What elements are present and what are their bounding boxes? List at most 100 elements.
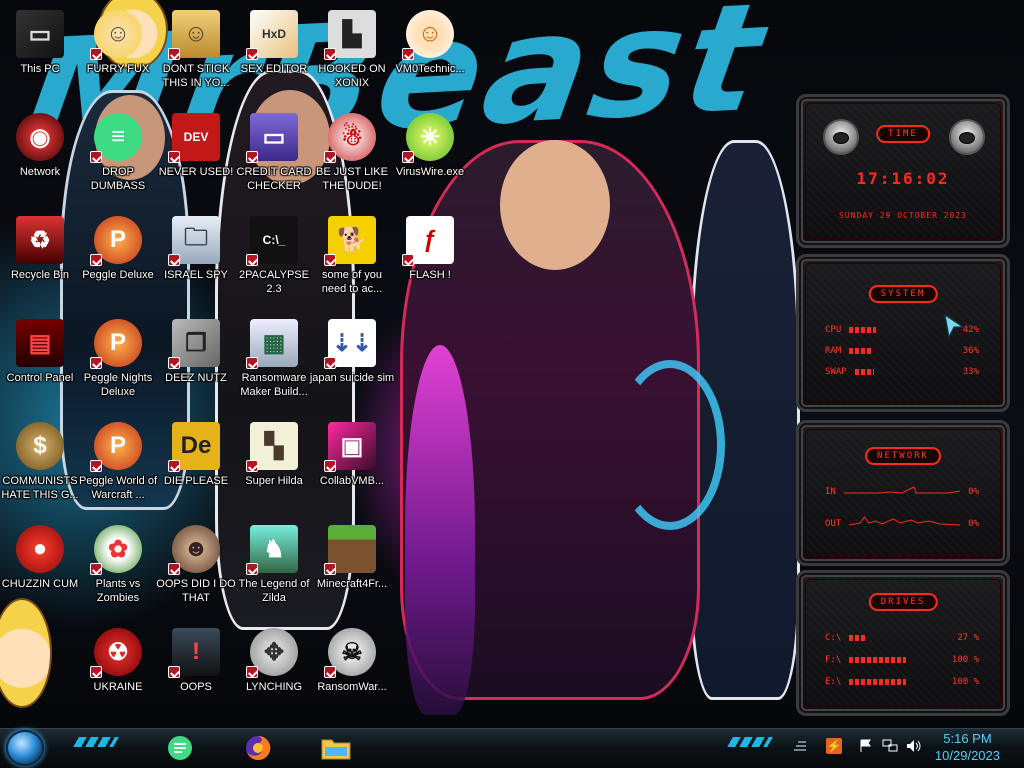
icon-japan-sim[interactable]: ⇣⇣ japan suicide sim [309,313,395,409]
shortcut-badge-icon [324,151,336,163]
icon-peggle-deluxe[interactable]: P Peggle Deluxe [78,210,158,306]
shortcut-badge-icon [90,151,102,163]
icon-2pacalypse[interactable]: C:\_ 2PACALYPSE 2.3 [234,210,314,306]
drives-gadget[interactable]: DRIVES C:\ 27 % F:\ 100 % E:\ 100 % [796,570,1010,716]
shortcut-badge-icon [324,563,336,575]
clock-gadget[interactable]: TIME 17:16:02 SUNDAY 29 OCTOBER 2023 [796,94,1010,248]
terminal-icon: C:\_ [246,216,298,266]
icon-dont-stick[interactable]: ☺ DONT STICK THIS IN YO... [156,4,236,100]
icon-oops-did-i[interactable]: ☻ OOPS DID I DO THAT [156,519,236,615]
desktop-icon-label: HOOKED ON XONIX [318,63,386,89]
shortcut-badge-icon [246,48,258,60]
desktop-icon-label: Minecraft4Fr... [316,578,388,590]
network-row-label: IN [825,487,836,497]
network-globe-icon: ✥ [246,628,298,678]
system-row-value: 42% [962,325,979,335]
drives-row-fill [849,635,866,641]
icon-minecraft[interactable]: Minecraft4Fr... [312,519,392,615]
icon-israel-spy[interactable]: 🗀 ISRAEL SPY [156,210,236,306]
chat-app-icon: ≡ [90,113,142,163]
dev-cpp-icon: DEV [168,113,220,163]
icon-viruswire[interactable]: ✳ VirusWire.exe [390,107,470,203]
icon-ukraine[interactable]: ☢ UKRAINE [78,622,158,718]
icon-chuzzin[interactable]: ● CHUZZIN CUM [0,519,80,615]
taskbar-app-firefox[interactable] [240,731,276,765]
shortcut-badge-icon [168,48,180,60]
speaker-icon [907,740,921,752]
volume-icon[interactable] [906,738,922,754]
icon-drop[interactable]: ≡ DROP DUMBASS [78,107,158,203]
taskbar-time: 5:16 PM [943,731,992,746]
desktop-icon-label: NEVER USED! [158,166,234,178]
icon-ransomware-maker[interactable]: ▦ Ransomware Maker Build... [234,313,314,409]
drives-row-label: F:\ [825,655,842,665]
taskbar-clock[interactable]: 5:16 PM 10/29/2023 [935,730,1000,764]
system-row-bar [849,327,954,333]
show-hidden-icons[interactable] [792,738,808,754]
desktop-icon-label: CREDIT CARD CHECKER [236,166,312,192]
wallpaper-glow [405,345,475,715]
icon-some-of-you[interactable]: 🐕 some of you need to ac... [312,210,392,306]
taskbar-decoration [727,737,773,747]
installer-icon: ⇣⇣ [324,319,376,369]
drives-gadget-title: DRIVES [868,593,938,611]
peggle-icon: P [90,422,142,472]
system-gadget[interactable]: SYSTEM CPU 42% RAM 36% SWAP 33% [796,254,1010,412]
icon-peggle-wow[interactable]: P Peggle World of Warcraft ... [78,416,158,512]
icon-flash[interactable]: ƒ FLASH ! [390,210,470,306]
shortcut-badge-icon [324,48,336,60]
icon-recycle-bin[interactable]: ♻ Recycle Bin [0,210,80,306]
shortcut-badge-icon [90,460,102,472]
start-orb-icon[interactable] [6,730,44,766]
network-icon: ◉ [16,113,64,161]
icon-pvz[interactable]: ✿ Plants vs Zombies [78,519,158,615]
shortcut-badge-icon [246,666,258,678]
collabvm-icon: ▣ [324,422,376,472]
icon-communists[interactable]: $ COMMUNISTS HATE THIS G... [0,416,80,512]
icon-deez-nutz[interactable]: ❐ DEEZ NUTZ [156,313,236,409]
desktop-icon-label: japan suicide sim [309,372,395,384]
icon-network[interactable]: ◉ Network [0,107,80,203]
drives-row: C:\ 27 % [825,633,979,643]
drives-row-bar [849,657,944,663]
icon-collabvm[interactable]: ▣ CollabVMB... [312,416,392,512]
shortcut-badge-icon [90,48,102,60]
chuzzle-icon: ● [16,525,64,573]
network-gadget[interactable]: NETWORK IN 0% OUT 0% [796,420,1010,566]
network-tray-icon[interactable] [882,738,898,754]
desktop-icon-label: DONT STICK THIS IN YO... [162,63,230,89]
icon-furry-fux[interactable]: ☺ FURRY FUX [78,4,158,100]
avast-icon[interactable]: ⚡ [826,738,842,754]
taskbar-app-chat[interactable] [162,731,198,765]
desktop-icon-label: CollabVMB... [319,475,385,487]
icon-the-dude[interactable]: ☃ BE JUST LIKE THE DUDE! [312,107,392,203]
icon-ransomware[interactable]: ☠ RansomWar... [312,622,392,718]
drives-row: E:\ 100 % [825,677,979,687]
network-gadget-title: NETWORK [865,447,941,465]
desktop-icon-label: OOPS [180,681,212,693]
folder-remote-icon: 🗀 [168,216,220,266]
desktop-icon-label: CHUZZIN CUM [1,578,79,590]
peggle-icon: P [90,319,142,369]
shortcut-badge-icon [168,151,180,163]
flag-icon[interactable] [858,738,874,754]
icon-control-panel[interactable]: ▤ Control Panel [0,313,80,409]
icon-lynching[interactable]: ✥ LYNCHING [234,622,314,718]
icon-die-please[interactable]: De DIE PLEASE [156,416,236,512]
shortcut-badge-icon [168,563,180,575]
icon-vm0[interactable]: ☺ VM0Technic... [390,4,470,100]
icon-this-pc[interactable]: ▭ This PC [0,4,80,100]
icon-super-hilda[interactable]: ▚ Super Hilda [234,416,314,512]
icon-never-used[interactable]: DEV NEVER USED! [156,107,236,203]
icon-sex-editor[interactable]: HxD SEX EDITOR [234,4,314,100]
desktop-icon-label: The Legend of Zilda [238,578,310,604]
icon-xonix[interactable]: ▙ HOOKED ON XONIX [312,4,392,100]
desktop-icon-label: Ransomware Maker Build... [240,372,308,398]
icon-credit-card[interactable]: ▭ CREDIT CARD CHECKER [234,107,314,203]
taskbar-app-explorer[interactable] [318,731,354,765]
desktop-icon-label: Super Hilda [245,475,303,487]
icon-oops[interactable]: ! OOPS [156,622,236,718]
icon-peggle-nights[interactable]: P Peggle Nights Deluxe [78,313,158,409]
network-row-bar [844,489,960,495]
icon-legend-zilda[interactable]: ♞ The Legend of Zilda [234,519,314,615]
